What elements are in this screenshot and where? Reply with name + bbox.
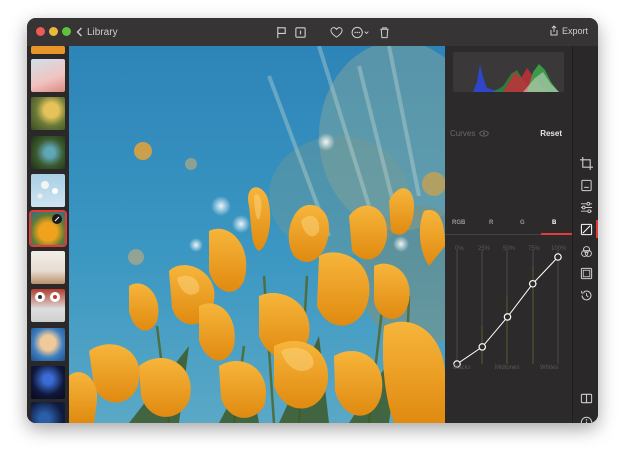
app-window: Library Export Curves Reset RGB R G B 0%… [27, 18, 598, 423]
channel-b-tab[interactable]: B [552, 220, 556, 226]
channel-r-tab[interactable]: R [489, 220, 493, 226]
thumbnail-hummingbird[interactable] [31, 136, 65, 169]
info-card-icon[interactable] [292, 24, 308, 40]
thumbnail-poppies-selected[interactable] [29, 210, 67, 247]
flag-icon[interactable] [273, 24, 289, 40]
histogram [453, 52, 564, 92]
zone-label-midtones: Midtones [495, 365, 520, 371]
thumbnail-orange[interactable] [31, 46, 65, 54]
thumbnail-jellyfish[interactable] [31, 366, 65, 399]
filmstrip [27, 46, 69, 423]
adjust-icon[interactable] [578, 177, 594, 193]
curve-point-2[interactable] [503, 313, 512, 321]
curve-editor[interactable] [445, 236, 572, 381]
adjustments-panel: Curves Reset RGB R G B 0% 25% 50% 75% 10… [445, 46, 572, 423]
minimize-window-button[interactable] [49, 27, 58, 36]
close-window-button[interactable] [36, 27, 45, 36]
eye-icon[interactable] [479, 130, 489, 137]
chevron-left-icon [76, 27, 82, 37]
active-tool-indicator [596, 220, 598, 238]
titlebar: Library Export [27, 18, 598, 47]
curves-icon[interactable] [578, 221, 594, 237]
channel-rgb-tab[interactable]: RGB [452, 220, 465, 226]
zoom-window-button[interactable] [62, 27, 71, 36]
more-icon[interactable] [349, 24, 371, 40]
color-icon[interactable] [578, 243, 594, 259]
trash-icon[interactable] [376, 24, 392, 40]
thumbnail-balloons[interactable] [31, 174, 65, 207]
curves-header: Curves [450, 129, 489, 138]
history-icon[interactable] [578, 287, 594, 303]
reset-button[interactable]: Reset [540, 129, 562, 138]
people-badges-icon [35, 292, 60, 302]
histogram-graph [473, 64, 564, 92]
back-label: Library [87, 26, 118, 38]
edit-badge-icon [52, 214, 62, 224]
curves-label: Curves [450, 129, 476, 138]
thumbnail-field[interactable] [31, 251, 65, 284]
sliders-icon[interactable] [578, 199, 594, 215]
tool-sidebar [572, 46, 598, 423]
zone-label-whites: Whites [540, 365, 559, 371]
crop-icon[interactable] [578, 155, 594, 171]
compare-icon[interactable] [578, 390, 594, 406]
zone-label-blacks: Blacks [453, 365, 471, 371]
balloons-icon [37, 181, 58, 199]
curve-point-3[interactable] [528, 279, 537, 288]
thumbnail-boy-portrait[interactable] [31, 328, 65, 361]
channel-g-tab[interactable]: G [520, 220, 525, 226]
photo-canvas[interactable] [69, 46, 445, 423]
share-icon [550, 25, 558, 36]
export-label: Export [561, 25, 588, 36]
thumbnail-night[interactable] [31, 402, 65, 423]
back-to-library-button[interactable]: Library [76, 25, 118, 39]
info-icon[interactable] [578, 414, 594, 423]
curve-point-4[interactable] [554, 253, 562, 261]
poppies-photo [69, 46, 445, 423]
thumbnail-bee[interactable] [31, 97, 65, 130]
thumbnail-tulips[interactable] [31, 59, 65, 92]
export-button[interactable]: Export [549, 25, 588, 36]
curve-point-1[interactable] [478, 343, 487, 351]
frame-icon[interactable] [578, 265, 594, 281]
active-channel-indicator [541, 233, 572, 235]
heart-icon[interactable] [328, 24, 344, 40]
thumbnail-people-icons[interactable] [31, 289, 65, 322]
